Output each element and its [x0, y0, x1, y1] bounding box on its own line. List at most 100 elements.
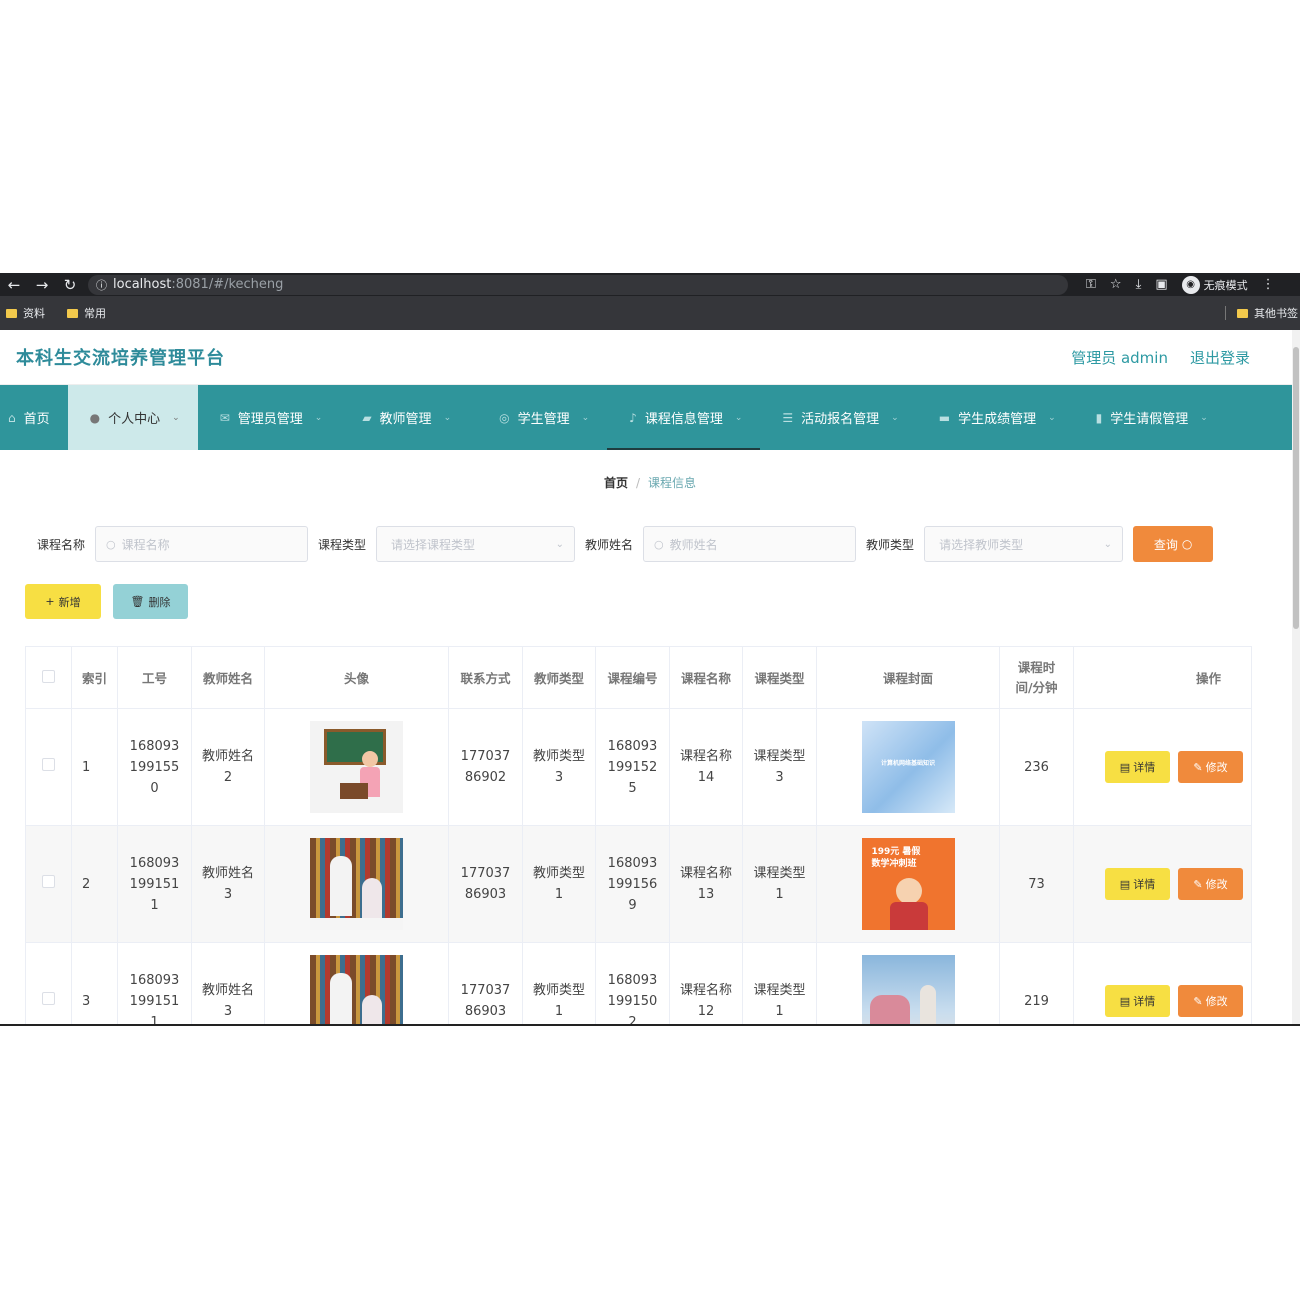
bookmark-folder-0[interactable]: 资料: [6, 305, 45, 321]
row-job-no: 1680931991550: [117, 708, 192, 826]
row-course-cover: 199元 暑假数学冲刺班: [816, 825, 1000, 943]
row-course-no: 1680931991569: [595, 825, 670, 943]
row-operations: ▤ 详情 ✎ 修改: [1073, 942, 1252, 1025]
person-figure: [330, 856, 352, 916]
other-bookmarks[interactable]: 其他书签: [1237, 305, 1298, 321]
select-all-checkbox[interactable]: [42, 669, 55, 683]
edit-button[interactable]: ✎ 修改: [1178, 868, 1243, 900]
row-operations: ▤ 详情 ✎ 修改: [1073, 708, 1252, 826]
job-no-text: 1680931991550: [129, 738, 180, 796]
document-icon: ▤: [1119, 760, 1131, 774]
course-type-text: 课程类型1: [753, 866, 806, 902]
nav-course-management[interactable]: ♪ 课程信息管理 ⌄: [607, 385, 761, 450]
back-icon[interactable]: ←: [0, 276, 28, 294]
edit-button[interactable]: ✎ 修改: [1178, 751, 1243, 783]
row-teacher-name: 教师姓名2: [191, 708, 265, 826]
bookmark-folder-1[interactable]: 常用: [67, 305, 106, 321]
forward-icon[interactable]: →: [28, 276, 56, 294]
avatar-image[interactable]: [310, 955, 403, 1025]
course-type-select[interactable]: 请选择课程类型 ⌄: [376, 526, 576, 562]
nav-personal-center[interactable]: ● 个人中心 ⌄: [67, 385, 198, 450]
row-index: 2: [71, 825, 118, 943]
breadcrumb: 首页 / 课程信息: [0, 474, 1300, 490]
address-bar[interactable]: ⓘ localhost:8081/#/kecheng: [88, 274, 1068, 295]
document-icon: ▤: [1119, 877, 1131, 891]
incognito-label: 无痕模式: [1203, 278, 1248, 292]
incognito-indicator[interactable]: ◉ 无痕模式: [1181, 275, 1248, 294]
header-course-type: 课程类型: [742, 646, 817, 709]
nav-teacher-management[interactable]: ▰ 教师管理 ⌄: [340, 385, 469, 450]
nav-student-management[interactable]: ◎ 学生管理 ⌄: [469, 385, 607, 450]
course-type-placeholder: 请选择课程类型: [391, 537, 476, 552]
row-checkbox[interactable]: [42, 874, 55, 888]
row-checkbox[interactable]: [42, 991, 55, 1005]
add-button[interactable]: + 新增: [25, 584, 101, 619]
delete-button[interactable]: 🗑 删除: [113, 584, 188, 619]
chevron-down-icon: ⌄: [555, 538, 565, 550]
nav-label: 活动报名管理: [801, 412, 880, 427]
chevron-down-icon: ⌄: [1200, 412, 1208, 423]
action-bar: + 新增 🗑 删除: [0, 584, 1300, 619]
page-scrollbar[interactable]: [1292, 330, 1300, 1025]
detail-button[interactable]: ▤ 详情: [1105, 868, 1170, 900]
avatar-image[interactable]: [310, 721, 403, 813]
detail-button[interactable]: ▤ 详情: [1105, 751, 1170, 783]
row-avatar: [264, 942, 449, 1025]
course-cover-image[interactable]: 199元 暑假数学冲刺班: [861, 838, 955, 930]
menu-icon[interactable]: ⋮: [1262, 277, 1275, 292]
avatar-image[interactable]: [310, 838, 403, 930]
desk-shape: [340, 783, 368, 799]
edit-button[interactable]: ✎ 修改: [1178, 985, 1243, 1017]
nav-leave-management[interactable]: ▮ 学生请假管理 ⌄: [1074, 385, 1222, 450]
row-course-name: 课程名称14: [669, 708, 743, 826]
app-header: 本科生交流培养管理平台 管理员 admin 退出登录: [0, 330, 1300, 385]
nav-label: 学生成绩管理: [958, 412, 1037, 427]
nav-activity-management[interactable]: ☰ 活动报名管理 ⌄: [760, 385, 916, 450]
scrollbar-thumb[interactable]: [1293, 347, 1299, 629]
row-select-cell: [25, 708, 72, 826]
row-duration: 219: [999, 942, 1074, 1025]
search-icon: ○: [654, 537, 664, 551]
home-icon: ⌂: [8, 410, 16, 425]
row-checkbox[interactable]: [42, 757, 55, 771]
cover-text: 199元 暑假数学冲刺班: [871, 847, 921, 869]
breadcrumb-home[interactable]: 首页: [604, 476, 628, 490]
chevron-down-icon: ⌄: [1103, 538, 1113, 550]
course-cover-image[interactable]: 计算机网络基础知识: [861, 721, 955, 813]
row-teacher-type: 教师类型3: [522, 708, 596, 826]
reload-icon[interactable]: ↻: [56, 276, 84, 294]
plus-icon: +: [45, 595, 55, 608]
header-course-cover: 课程封面: [816, 646, 1000, 709]
sidepanel-icon[interactable]: ▣: [1155, 277, 1167, 292]
course-name-text: 课程名称12: [679, 983, 732, 1019]
download-icon[interactable]: ⤓: [1136, 277, 1142, 292]
logout-link[interactable]: 退出登录: [1190, 347, 1250, 368]
teacher-type-select[interactable]: 请选择教师类型 ⌄: [924, 526, 1124, 562]
teacher-name-input[interactable]: ○ 教师姓名: [643, 526, 857, 562]
course-name-input[interactable]: ○ 课程名称: [95, 526, 309, 562]
phone-text: 17703786903: [460, 866, 511, 902]
nav-admin-management[interactable]: ✉ 管理员管理 ⌄: [198, 385, 341, 450]
course-cover-image[interactable]: [861, 955, 955, 1025]
row-course-no: 1680931991502: [595, 942, 670, 1025]
nav-grade-management[interactable]: ▬ 学生成绩管理 ⌄: [917, 385, 1074, 450]
row-phone: 17703786902: [448, 708, 523, 826]
header-duration: 课程时间/分钟: [999, 646, 1074, 709]
detail-button[interactable]: ▤ 详情: [1105, 985, 1170, 1017]
course-name-text: 课程名称13: [679, 866, 732, 902]
query-button[interactable]: 查询 ○: [1133, 526, 1214, 562]
bar-chart-icon: ▮: [1095, 410, 1103, 425]
row-course-type: 课程类型1: [742, 942, 817, 1025]
course-table: 索引 工号 教师姓名 头像 联系方式 教师类型 课程编号 课程名称 课程类型 课…: [25, 646, 1252, 1025]
search-form: 课程名称 ○ 课程名称 课程类型 请选择课程类型 ⌄ 教师姓名 ○ 教师姓名 教师类型…: [0, 526, 1300, 562]
course-name-label: 课程名称: [37, 537, 86, 552]
chevron-down-icon: ⌄: [581, 412, 590, 423]
key-icon[interactable]: ⚿: [1086, 277, 1096, 292]
row-select-cell: [25, 825, 72, 943]
pencil-icon: ✎: [1193, 994, 1203, 1008]
detail-label: 详情: [1133, 877, 1156, 891]
row-job-no: 1680931991511: [117, 942, 192, 1025]
desk-shape: [310, 918, 403, 930]
star-icon[interactable]: ☆: [1110, 277, 1122, 292]
nav-home[interactable]: ⌂ 首页: [0, 385, 68, 450]
